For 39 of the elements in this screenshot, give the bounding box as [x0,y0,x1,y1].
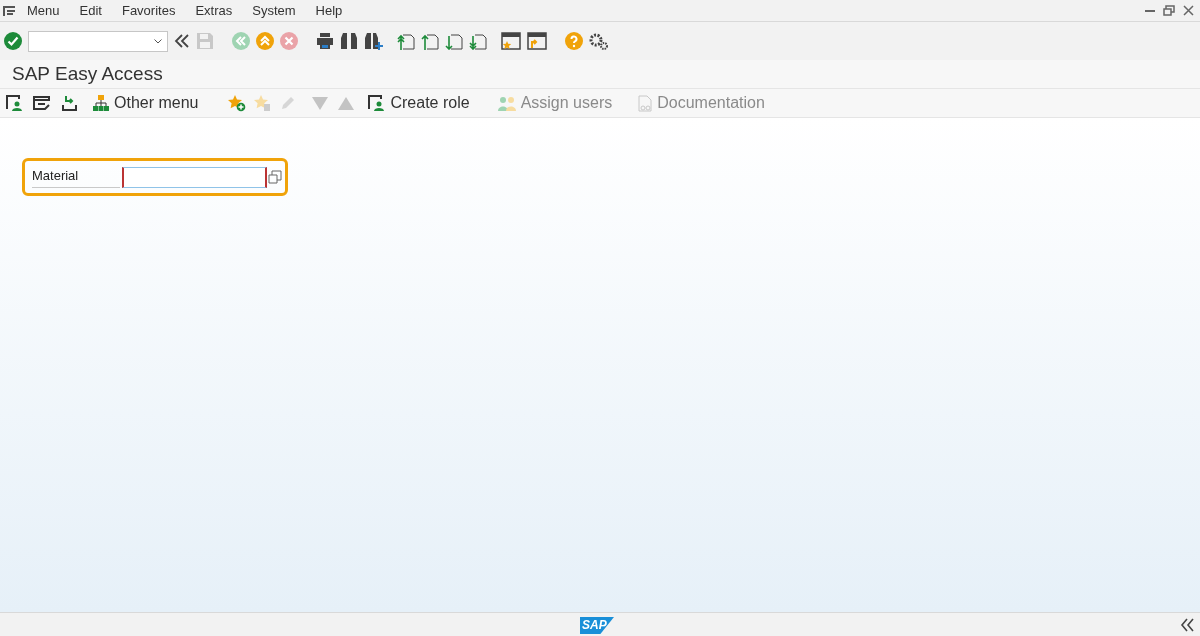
menu-item[interactable]: Extras [195,0,233,21]
minimize-icon[interactable] [1145,9,1155,12]
printer-icon[interactable] [316,32,334,50]
menu-item[interactable]: Edit [79,0,102,21]
settings-icon[interactable] [589,32,609,50]
screen-title: SAP Easy Access [12,61,163,86]
toolbar-button[interactable]: Create role [368,91,470,115]
check-icon[interactable] [4,32,22,50]
double-chevron-left-icon[interactable] [1180,617,1196,632]
hierarchy-icon [93,95,109,111]
user-screen-icon [368,95,386,111]
menu-item[interactable]: Favorites [121,0,176,21]
toolbar-button[interactable]: Other menu [93,91,199,115]
menu-item[interactable]: Help [315,0,343,21]
document-glasses-icon [638,94,653,112]
dropdown-icon[interactable] [154,38,162,44]
menu-item[interactable]: System [252,0,296,21]
menu-icon[interactable] [3,5,15,16]
binoculars-icon[interactable] [340,32,358,50]
close-icon[interactable] [1183,5,1194,16]
tray-arrow-icon[interactable] [62,95,77,111]
restore-icon[interactable] [1163,5,1175,16]
star-delete-icon[interactable] [254,94,273,112]
material-input[interactable] [122,166,267,188]
menu-screen-icon[interactable] [33,96,50,110]
double-chevron-left-icon[interactable] [174,33,190,49]
user-screen-icon[interactable] [6,95,23,111]
value-help-icon[interactable] [268,170,282,184]
page-arrow-down-icon[interactable] [469,32,487,50]
users-icon [497,95,516,111]
page-arrow-up-icon[interactable] [421,32,439,50]
field-label: Material [32,166,120,188]
binoculars-plus-icon[interactable] [364,32,383,50]
command-field[interactable] [28,30,168,52]
page-arrow-up-icon[interactable] [397,32,415,50]
sap-logo: SAP [580,617,614,634]
star-add-icon[interactable] [228,94,247,112]
page-arrow-down-icon[interactable] [445,32,463,50]
menu-item[interactable]: Menu [27,0,60,21]
